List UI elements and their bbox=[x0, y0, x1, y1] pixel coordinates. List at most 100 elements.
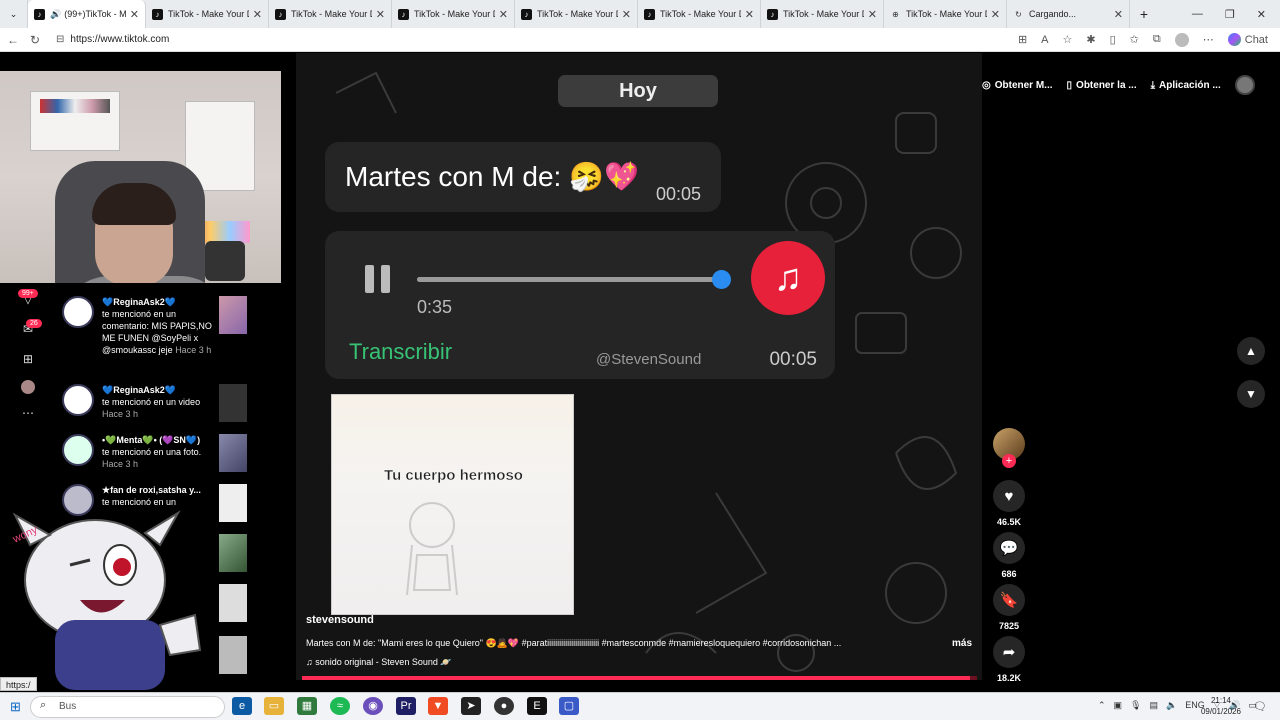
notification-thumbnail[interactable] bbox=[219, 384, 247, 422]
tray-app-icon[interactable]: ▣ bbox=[1114, 700, 1123, 711]
url-field[interactable]: ⊟ https://www.tiktok.com bbox=[56, 31, 169, 49]
obs-taskbar-icon[interactable]: ● bbox=[494, 697, 514, 715]
more-icon[interactable]: ⋯ bbox=[14, 406, 42, 420]
discord-taskbar-icon[interactable]: ◉ bbox=[363, 697, 383, 715]
brave-taskbar-icon[interactable]: ▼ bbox=[428, 697, 448, 715]
microphone-icon[interactable]: 🎙 bbox=[1130, 700, 1141, 711]
video-sound[interactable]: ♫ sonido original - Steven Sound 🪐 bbox=[306, 657, 452, 668]
tab-tiktok[interactable]: ♪ TikTok - Make Your Day ✕ bbox=[269, 0, 392, 28]
video-player[interactable]: Hoy Martes con M de: 🤧💖 00:05 0:35 ♫ Tra… bbox=[296, 53, 982, 680]
app-download-button[interactable]: ⤓ Aplicación ... bbox=[1151, 80, 1221, 91]
volume-icon[interactable]: 🔈 bbox=[1166, 700, 1177, 711]
premiere-taskbar-icon[interactable]: Pr bbox=[396, 697, 416, 715]
copilot-chat-button[interactable]: Chat bbox=[1227, 33, 1268, 46]
tab-loading[interactable]: ↻ Cargando... ✕ bbox=[1007, 0, 1130, 28]
tab-actions-button[interactable]: ⌄ bbox=[0, 0, 28, 28]
creator-avatar-button[interactable]: + bbox=[992, 428, 1026, 468]
close-icon[interactable]: ✕ bbox=[868, 8, 877, 21]
notification-thumbnail[interactable] bbox=[219, 434, 247, 472]
speaker-icon[interactable]: 🔊 bbox=[50, 9, 61, 20]
spotify-taskbar-icon[interactable]: ≈ bbox=[330, 697, 350, 715]
favorites-icon[interactable]: ✩ bbox=[1130, 33, 1139, 46]
notification-thumbnail[interactable] bbox=[219, 534, 247, 572]
tab-tiktok[interactable]: ⊕ TikTok - Make Your Day ✕ bbox=[884, 0, 1007, 28]
share-button[interactable]: ➦ 18.2K bbox=[992, 636, 1026, 683]
favorite-star-icon[interactable]: ☆ bbox=[1063, 33, 1073, 46]
close-icon[interactable]: ✕ bbox=[745, 8, 754, 21]
close-icon[interactable]: ✕ bbox=[499, 8, 508, 21]
translate-icon[interactable]: A bbox=[1041, 34, 1048, 46]
split-screen-icon[interactable]: ▯ bbox=[1110, 33, 1116, 46]
tab-label: TikTok - Make Your Day bbox=[414, 9, 495, 19]
minimize-icon[interactable]: — bbox=[1192, 8, 1203, 20]
new-tab-button[interactable]: + bbox=[1130, 0, 1158, 28]
close-icon[interactable]: ✕ bbox=[991, 8, 1000, 21]
more-menu-icon[interactable]: ⋯ bbox=[1203, 33, 1214, 46]
notification-item[interactable]: 💙ReginaAsk2💙 te mencionó en un video Hace… bbox=[56, 380, 260, 430]
get-app-button[interactable]: ▯ Obtener la ... bbox=[1067, 80, 1137, 91]
restore-icon[interactable]: ❐ bbox=[1225, 8, 1235, 21]
bookmark-icon[interactable]: 🔖 bbox=[993, 584, 1025, 616]
notification-item[interactable]: 💙ReginaAsk2💙 te mencionó en un comentario… bbox=[56, 292, 260, 372]
site-info-icon[interactable]: ⊟ bbox=[56, 34, 64, 45]
save-button[interactable]: 🔖 7825 bbox=[992, 584, 1026, 631]
tray-app-icon[interactable]: ▤ bbox=[1150, 700, 1159, 711]
notification-user[interactable]: 💙ReginaAsk2💙 bbox=[102, 385, 176, 395]
tab-tiktok[interactable]: ♪ TikTok - Make Your Day ✕ bbox=[638, 0, 761, 28]
app-taskbar-icon[interactable]: ▢ bbox=[559, 697, 579, 715]
store-taskbar-icon[interactable]: ▦ bbox=[297, 697, 317, 715]
tab-tiktok[interactable]: ♪ TikTok - Make Your Day ✕ bbox=[761, 0, 884, 28]
previous-video-button[interactable]: ▲ bbox=[1237, 337, 1265, 365]
notifications-icon[interactable]: 🗨 bbox=[1253, 700, 1267, 713]
profile-icon[interactable] bbox=[14, 380, 42, 397]
notification-user[interactable]: ★fan de roxi,satsha y... bbox=[102, 485, 201, 495]
like-button[interactable]: ♥ 46.5K bbox=[992, 480, 1026, 527]
comment-button[interactable]: 💬 686 bbox=[992, 532, 1026, 579]
windows-start-icon[interactable]: ⊞ bbox=[10, 699, 21, 715]
comment-icon[interactable]: 💬 bbox=[993, 532, 1025, 564]
get-coins-button[interactable]: ◎ Obtener M... bbox=[982, 80, 1053, 91]
tab-tiktok-active[interactable]: ♪ 🔊 (99+)TikTok - Make ✕ bbox=[28, 0, 146, 28]
notification-thumbnail[interactable] bbox=[219, 636, 247, 674]
avatar[interactable] bbox=[62, 434, 94, 466]
close-icon[interactable]: ✕ bbox=[376, 8, 385, 21]
upload-icon[interactable]: ⊞ bbox=[14, 352, 42, 366]
close-icon[interactable]: ✕ bbox=[253, 8, 262, 21]
chevron-up-icon[interactable]: ⌃ bbox=[1098, 700, 1106, 711]
close-icon[interactable]: ✕ bbox=[1114, 8, 1123, 21]
video-progress-bar[interactable] bbox=[302, 676, 977, 680]
close-window-icon[interactable]: ✕ bbox=[1257, 8, 1266, 21]
share-icon[interactable]: ➦ bbox=[993, 636, 1025, 668]
notification-user[interactable]: •💚Menta💚• (💜SN💙) bbox=[102, 435, 200, 445]
app-available-icon[interactable]: ⊞ bbox=[1018, 33, 1027, 46]
taskbar-clock[interactable]: 21:14 09/01/2026 bbox=[1196, 695, 1246, 717]
app-taskbar-icon[interactable]: ➤ bbox=[461, 697, 481, 715]
notification-item[interactable]: •💚Menta💚• (💜SN💙) te mencionó en una foto.… bbox=[56, 430, 260, 480]
file-explorer-taskbar-icon[interactable]: ▭ bbox=[264, 697, 284, 715]
avatar[interactable] bbox=[62, 296, 94, 328]
collections-icon[interactable]: ⧉ bbox=[1153, 33, 1161, 46]
profile-avatar[interactable] bbox=[1174, 32, 1189, 47]
edge-taskbar-icon[interactable]: e bbox=[232, 697, 252, 715]
notification-thumbnail[interactable] bbox=[219, 584, 247, 622]
taskbar-search[interactable]: Bus bbox=[30, 696, 225, 718]
back-icon[interactable]: ← bbox=[2, 33, 24, 47]
next-video-button[interactable]: ▼ bbox=[1237, 380, 1265, 408]
extensions-icon[interactable]: ✱ bbox=[1086, 33, 1095, 46]
follow-plus-icon[interactable]: + bbox=[1002, 454, 1016, 468]
notification-thumbnail[interactable] bbox=[219, 296, 247, 334]
tab-tiktok[interactable]: ♪ TikTok - Make Your Day ✕ bbox=[392, 0, 515, 28]
refresh-icon[interactable]: ↻ bbox=[24, 33, 46, 47]
notification-user[interactable]: 💙ReginaAsk2💙 bbox=[102, 297, 176, 307]
tab-tiktok[interactable]: ♪ TikTok - Make Your Day ✕ bbox=[146, 0, 269, 28]
epic-games-taskbar-icon[interactable]: E bbox=[527, 697, 547, 715]
video-author[interactable]: stevensound bbox=[306, 614, 374, 626]
notification-thumbnail[interactable] bbox=[219, 484, 247, 522]
tab-tiktok[interactable]: ♪ TikTok - Make Your Day ✕ bbox=[515, 0, 638, 28]
close-icon[interactable]: ✕ bbox=[622, 8, 631, 21]
close-icon[interactable]: ✕ bbox=[130, 8, 139, 21]
caption-more-button[interactable]: más bbox=[952, 638, 972, 649]
heart-icon[interactable]: ♥ bbox=[993, 480, 1025, 512]
user-avatar[interactable] bbox=[1234, 75, 1255, 95]
avatar[interactable] bbox=[62, 384, 94, 416]
